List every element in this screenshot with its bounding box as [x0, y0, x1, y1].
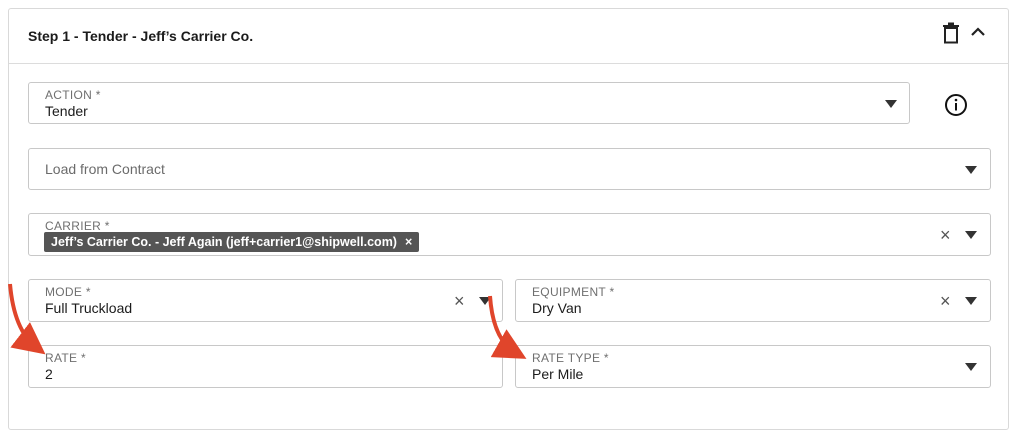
chevron-down-icon[interactable] [885, 100, 897, 108]
mode-select[interactable]: MODE * Full Truckload × [28, 279, 503, 322]
chevron-down-icon[interactable] [965, 231, 977, 239]
info-icon[interactable] [944, 93, 968, 122]
clear-icon[interactable]: × [940, 292, 951, 310]
chevron-down-icon[interactable] [965, 166, 977, 174]
chevron-down-icon[interactable] [965, 297, 977, 305]
carrier-label: CARRIER * [45, 219, 110, 233]
step-title: Step 1 - Tender - Jeff’s Carrier Co. [28, 28, 254, 44]
trash-icon[interactable] [942, 22, 960, 49]
clear-icon[interactable]: × [454, 292, 465, 310]
chevron-down-icon[interactable] [965, 363, 977, 371]
action-label: ACTION * [45, 88, 101, 102]
equipment-value: Dry Van [532, 300, 582, 316]
chevron-up-icon[interactable] [970, 25, 986, 43]
chevron-down-icon[interactable] [479, 297, 491, 305]
mode-value: Full Truckload [45, 300, 133, 316]
equipment-select[interactable]: EQUIPMENT * Dry Van × [515, 279, 991, 322]
action-value: Tender [45, 103, 88, 119]
step-header: Step 1 - Tender - Jeff’s Carrier Co. [9, 9, 1008, 64]
rate-input[interactable]: RATE * 2 [28, 345, 503, 388]
load-from-contract-placeholder: Load from Contract [45, 161, 165, 177]
rate-type-value: Per Mile [532, 366, 584, 382]
tag-remove-icon[interactable]: × [405, 235, 412, 249]
rate-type-select[interactable]: RATE TYPE * Per Mile [515, 345, 991, 388]
rate-label: RATE * [45, 351, 86, 365]
rate-value[interactable]: 2 [45, 366, 53, 382]
carrier-tag-label: Jeff’s Carrier Co. - Jeff Again (jeff+ca… [51, 235, 397, 249]
action-select[interactable]: ACTION * Tender [28, 82, 910, 124]
carrier-select[interactable]: CARRIER * Jeff’s Carrier Co. - Jeff Agai… [28, 213, 991, 256]
carrier-tag: Jeff’s Carrier Co. - Jeff Again (jeff+ca… [44, 232, 420, 252]
rate-type-label: RATE TYPE * [532, 351, 609, 365]
load-from-contract-select[interactable]: Load from Contract [28, 148, 991, 190]
clear-icon[interactable]: × [940, 226, 951, 244]
mode-label: MODE * [45, 285, 91, 299]
equipment-label: EQUIPMENT * [532, 285, 615, 299]
